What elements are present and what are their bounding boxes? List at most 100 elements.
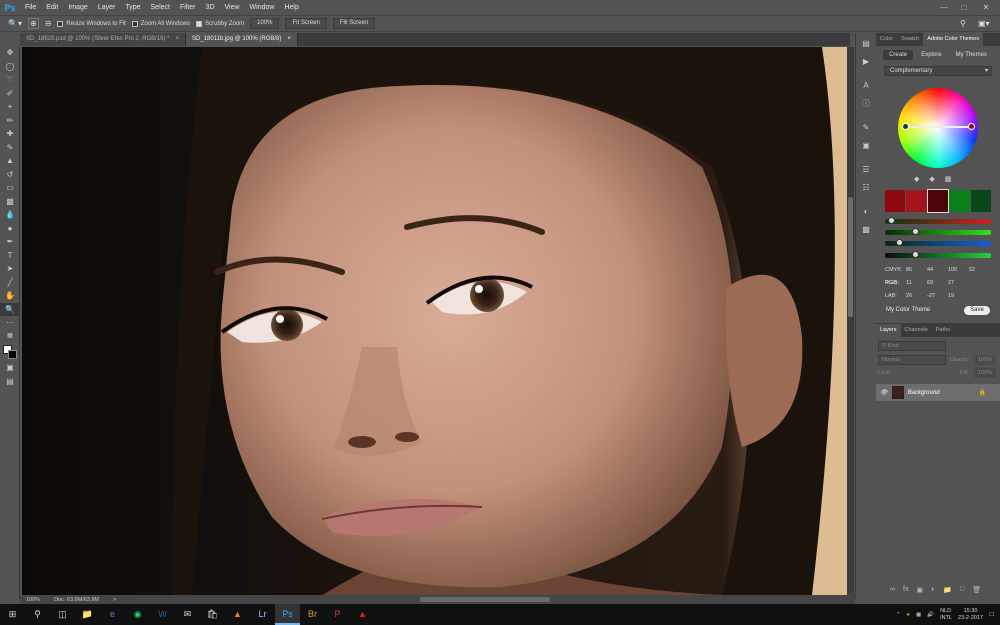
document-canvas[interactable] — [22, 47, 847, 595]
tab-color[interactable]: Color — [876, 33, 897, 46]
scrubby-zoom-checkbox[interactable]: Scrubby Zoom — [196, 20, 244, 27]
zoom-tool-icon[interactable]: 🔍▾ — [8, 19, 22, 28]
task-view-icon[interactable]: ◫ — [50, 604, 75, 625]
fit-screen-button[interactable]: Fit Screen — [285, 18, 327, 29]
blend-mode-dropdown[interactable]: Normal — [878, 355, 946, 365]
pen-tool-icon[interactable]: ✒ — [0, 235, 20, 249]
vlc-icon[interactable]: ▲ — [225, 604, 250, 625]
tab-channels[interactable]: Channels — [901, 324, 932, 337]
hand-tool-icon[interactable]: ✋ — [0, 289, 20, 303]
marquee-tool-icon[interactable]: ◯ — [0, 60, 20, 74]
screen-mode-icon[interactable]: ▤ — [0, 375, 20, 389]
line-tool-icon[interactable]: ╱ — [0, 276, 20, 290]
channel-slider-3[interactable] — [885, 239, 991, 246]
quick-mask-icon[interactable]: ▣ — [0, 361, 20, 375]
info-icon[interactable]: ⓘ — [856, 97, 876, 111]
brush-tool-icon[interactable]: ✎ — [0, 141, 20, 155]
horizontal-scroll-thumb[interactable] — [420, 597, 550, 602]
doc-tab-psd[interactable]: SD_18529.psd @ 100% (Silver Efex Pro 2, … — [20, 33, 187, 46]
spotify-icon[interactable]: ◉ — [125, 604, 150, 625]
lab-l[interactable]: 26 — [906, 293, 927, 299]
network-icon[interactable]: ▦ — [916, 612, 921, 618]
close-tab-icon[interactable]: × — [176, 33, 180, 46]
status-menu-arrow[interactable]: > — [113, 597, 116, 603]
subtab-create[interactable]: Create — [883, 50, 914, 60]
zoom-in-icon[interactable]: ⊕ — [27, 18, 39, 29]
tab-swatches[interactable]: Swatch — [897, 33, 923, 46]
healing-brush-tool-icon[interactable]: ✚ — [0, 127, 20, 141]
opacity-field[interactable]: 100% — [974, 355, 996, 365]
volume-icon[interactable]: 🔊 — [927, 612, 934, 618]
cmyk-y[interactable]: 100 — [948, 267, 969, 273]
wheel-handle[interactable] — [968, 123, 975, 130]
menu-select[interactable]: Select — [146, 4, 175, 11]
lab-a[interactable]: -27 — [927, 293, 948, 299]
zoom-out-icon[interactable]: ⊖ — [45, 19, 52, 28]
rgb-g[interactable]: 69 — [927, 280, 948, 286]
theme-swatch[interactable] — [949, 190, 970, 212]
link-icon[interactable]: ∞ — [890, 586, 895, 594]
remove-color-icon[interactable]: ◆ — [929, 175, 934, 183]
photoshop-icon[interactable]: Ps — [275, 604, 300, 625]
fill-field[interactable]: 100% — [974, 368, 996, 378]
path-select-tool-icon[interactable]: ➤ — [0, 262, 20, 276]
channel-slider-4[interactable] — [885, 251, 991, 258]
theme-swatch[interactable] — [885, 190, 906, 212]
menu-edit[interactable]: Edit — [41, 4, 63, 11]
file-explorer-icon[interactable]: 📁 — [75, 604, 100, 625]
powerpoint-icon[interactable]: P — [325, 604, 350, 625]
channel-slider-1[interactable] — [885, 217, 991, 224]
subtab-my-themes[interactable]: My Themes — [950, 50, 993, 60]
close-tab-icon[interactable]: × — [287, 33, 291, 46]
slider-knob[interactable] — [888, 217, 895, 224]
word-icon[interactable]: W — [150, 604, 175, 625]
fill-screen-button[interactable]: Fill Screen — [332, 18, 376, 29]
menu-type[interactable]: Type — [120, 4, 145, 11]
slider-knob[interactable] — [912, 251, 919, 258]
cmyk-c[interactable]: 86 — [906, 267, 927, 273]
edge-browser-icon[interactable]: e — [100, 604, 125, 625]
cmyk-k[interactable]: 52 — [969, 267, 990, 273]
acrobat-icon[interactable]: ▲ — [350, 604, 375, 625]
blur-tool-icon[interactable]: 💧 — [0, 208, 20, 222]
menu-layer[interactable]: Layer — [93, 4, 121, 11]
add-color-icon[interactable]: ◆ — [914, 175, 919, 183]
cmyk-m[interactable]: 44 — [927, 267, 948, 273]
resize-windows-checkbox[interactable]: Resize Windows to Fit — [57, 20, 126, 27]
properties-icon[interactable]: ☷ — [856, 181, 876, 195]
save-theme-button[interactable]: Save — [964, 306, 990, 315]
tray-up-icon[interactable]: ⌃ — [896, 612, 901, 618]
tool-presets-icon[interactable]: ☰ — [856, 163, 876, 177]
history-icon[interactable]: ▤ — [856, 37, 876, 51]
doc-tab-jpg[interactable]: SD_18011b.jpg @ 100% (RGB/8) × — [186, 33, 298, 46]
trash-icon[interactable]: 🗑 — [972, 586, 981, 594]
clock[interactable]: 15:30 23-2-2017 — [958, 608, 983, 622]
layer-row-background[interactable]: 👁 Background 🔒 — [876, 384, 1000, 401]
eye-icon[interactable]: 👁 — [880, 389, 888, 396]
zoom-level[interactable]: 100% — [26, 597, 40, 603]
vertical-scroll-thumb[interactable] — [848, 197, 853, 317]
menu-filter[interactable]: Filter — [175, 4, 201, 11]
rgb-b[interactable]: 27 — [948, 280, 969, 286]
mask-icon[interactable]: ▣ — [916, 586, 923, 594]
adjustments-icon[interactable]: ◐ — [856, 205, 876, 219]
layer-name[interactable]: Background — [908, 390, 940, 396]
slider-knob[interactable] — [896, 239, 903, 246]
store-icon[interactable]: 🛍 — [200, 604, 225, 625]
adjustment-layer-icon[interactable]: ◐ — [931, 586, 935, 594]
keyboard-language[interactable]: NLD INTL — [940, 608, 952, 622]
crop-tool-icon[interactable]: ⌖ — [0, 100, 20, 114]
theme-swatch[interactable] — [926, 189, 950, 213]
theme-swatch[interactable] — [906, 190, 927, 212]
search-icon[interactable]: ⚲ — [960, 19, 966, 28]
subtab-explore[interactable]: Explore — [915, 50, 947, 60]
eraser-tool-icon[interactable]: ▭ — [0, 181, 20, 195]
tray-app-icon[interactable]: ● — [907, 612, 910, 618]
color-wheel[interactable] — [898, 88, 978, 168]
theme-swatch[interactable] — [970, 190, 992, 212]
zoom-100-button[interactable]: 100% — [250, 18, 280, 29]
new-layer-icon[interactable]: □ — [960, 586, 964, 594]
actions-play-icon[interactable]: ▶ — [856, 55, 876, 69]
color-rule-dropdown[interactable]: Complementary ▾ — [884, 66, 992, 76]
tab-paths[interactable]: Paths — [932, 324, 954, 337]
